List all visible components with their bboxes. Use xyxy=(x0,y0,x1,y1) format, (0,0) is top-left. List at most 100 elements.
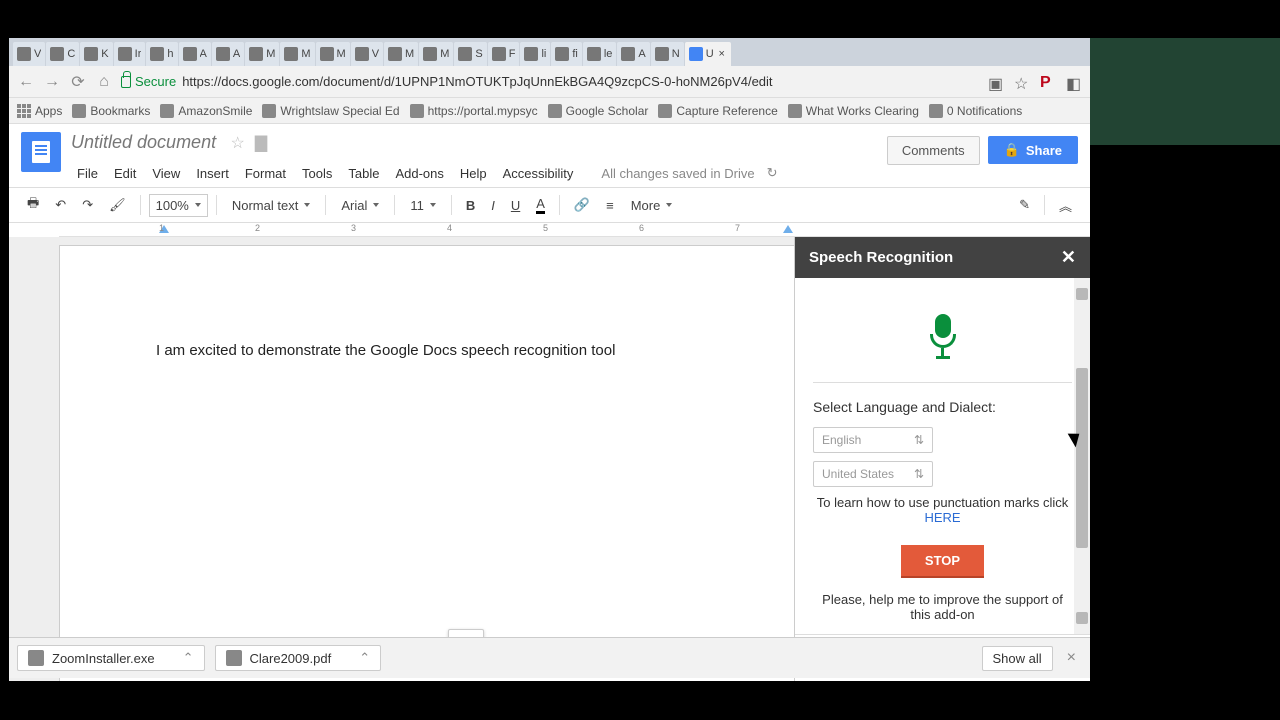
menu-help[interactable]: Help xyxy=(454,163,493,184)
share-label: Share xyxy=(1026,143,1062,158)
menu-bar: FileEditViewInsertFormatToolsTableAdd-on… xyxy=(71,159,887,187)
browser-tab[interactable]: M xyxy=(419,42,453,66)
menu-view[interactable]: View xyxy=(146,163,186,184)
forward-button[interactable]: → xyxy=(43,73,61,91)
share-button[interactable]: 🔒 Share xyxy=(988,136,1078,164)
browser-tab-active[interactable]: U× xyxy=(685,42,731,66)
bookmark-item[interactable]: Capture Reference xyxy=(658,104,777,118)
ruler-tick: 1 xyxy=(159,223,164,233)
browser-tab[interactable]: V xyxy=(351,42,383,66)
comments-button[interactable]: Comments xyxy=(887,136,980,165)
folder-icon[interactable]: ▇ xyxy=(255,133,267,153)
page[interactable]: I am excited to demonstrate the Google D… xyxy=(59,245,794,681)
star-icon[interactable]: ☆ xyxy=(1014,74,1030,90)
style-dropdown[interactable]: Normal text xyxy=(225,194,317,217)
bookmark-item[interactable]: AmazonSmile xyxy=(160,104,252,118)
star-doc-icon[interactable]: ☆ xyxy=(231,133,245,153)
paint-format-button[interactable]: 🖌 xyxy=(103,193,132,217)
browser-tab[interactable]: K xyxy=(80,42,112,66)
download-item[interactable]: ZoomInstaller.exe⌃ xyxy=(17,645,205,671)
menu-edit[interactable]: Edit xyxy=(108,163,142,184)
document-title[interactable]: Untitled document xyxy=(71,132,216,153)
home-button[interactable]: ⌂ xyxy=(95,73,113,91)
bookmark-item[interactable]: https://portal.mypsyc xyxy=(410,104,538,118)
docs-logo[interactable] xyxy=(21,132,61,172)
browser-tab[interactable]: A xyxy=(212,42,244,66)
italic-button[interactable]: I xyxy=(485,194,501,217)
history-icon[interactable]: ↻ xyxy=(761,162,784,184)
browser-tab[interactable]: le xyxy=(583,42,617,66)
menu-accessibility[interactable]: Accessibility xyxy=(497,163,580,184)
collapse-toolbar-button[interactable]: ︽ xyxy=(1053,192,1078,219)
chevron-up-icon[interactable]: ⌃ xyxy=(359,650,370,666)
chevron-up-icon[interactable]: ⌃ xyxy=(183,650,194,666)
fontsize-dropdown[interactable]: 11 xyxy=(403,194,443,217)
zoom-dropdown[interactable]: 100% xyxy=(149,194,208,217)
bookmark-item[interactable]: Google Scholar xyxy=(548,104,649,118)
url-text: https://docs.google.com/document/d/1UPNP… xyxy=(182,74,772,89)
browser-tab[interactable]: M xyxy=(245,42,279,66)
browser-tab[interactable]: li xyxy=(520,42,550,66)
show-all-downloads[interactable]: Show all xyxy=(982,646,1053,671)
close-panel-button[interactable]: ✕ xyxy=(1061,247,1076,268)
browser-tab[interactable]: A xyxy=(617,42,649,66)
ruler[interactable]: 1234567 xyxy=(59,223,1090,237)
browser-tab[interactable]: A xyxy=(179,42,211,66)
more-dropdown[interactable]: More xyxy=(624,194,680,217)
apps-button[interactable]: Apps xyxy=(17,104,62,118)
menu-tools[interactable]: Tools xyxy=(296,163,338,184)
browser-tab[interactable]: fi xyxy=(551,42,582,66)
lock-share-icon: 🔒 xyxy=(1004,142,1020,158)
address-bar: ← → ⟳ ⌂ Secure https://docs.google.com/d… xyxy=(9,66,1090,98)
bookmark-item[interactable]: What Works Clearing xyxy=(788,104,919,118)
browser-tab[interactable]: M xyxy=(384,42,418,66)
indent-marker-right[interactable] xyxy=(783,225,793,233)
panel-scrollbar[interactable] xyxy=(1074,278,1090,634)
close-tab-icon[interactable]: × xyxy=(717,48,727,60)
pinterest-icon[interactable]: P xyxy=(1040,74,1056,90)
browser-tab[interactable]: S xyxy=(454,42,486,66)
file-icon xyxy=(28,650,44,666)
align-button[interactable]: ≡ xyxy=(600,194,620,217)
menu-insert[interactable]: Insert xyxy=(190,163,235,184)
close-downloads-bar[interactable]: × xyxy=(1061,649,1082,667)
redo-button[interactable]: ↷ xyxy=(76,193,99,217)
menu-format[interactable]: Format xyxy=(239,163,292,184)
extension-icon[interactable]: ◧ xyxy=(1066,74,1082,90)
browser-tab[interactable]: F xyxy=(488,42,520,66)
bookmark-item[interactable]: Bookmarks xyxy=(72,104,150,118)
microphone-button[interactable] xyxy=(923,314,963,358)
editing-mode-button[interactable]: ✎ xyxy=(1013,193,1036,217)
bookmark-item[interactable]: 0 Notifications xyxy=(929,104,1022,118)
browser-tab[interactable]: C xyxy=(46,42,79,66)
browser-tab[interactable]: M xyxy=(316,42,350,66)
browser-tab[interactable]: N xyxy=(651,42,684,66)
url-field[interactable]: Secure https://docs.google.com/document/… xyxy=(121,74,980,89)
help-text: To learn how to use punctuation marks cl… xyxy=(813,495,1072,525)
formatting-toolbar: 🖶 ↶ ↷ 🖌 100% Normal text Arial 11 B I U … xyxy=(9,187,1090,223)
text-color-button[interactable]: A xyxy=(530,192,551,218)
download-item[interactable]: Clare2009.pdf⌃ xyxy=(215,645,382,671)
undo-button[interactable]: ↶ xyxy=(49,193,72,217)
camera-icon[interactable]: ▣ xyxy=(988,74,1004,90)
bookmark-item[interactable]: Wrightslaw Special Ed xyxy=(262,104,399,118)
font-dropdown[interactable]: Arial xyxy=(334,194,386,217)
language-select[interactable]: English ⇅ xyxy=(813,427,933,453)
browser-tab[interactable]: V xyxy=(13,42,45,66)
reload-button[interactable]: ⟳ xyxy=(69,73,87,91)
back-button[interactable]: ← xyxy=(17,73,35,91)
dialect-select[interactable]: United States ⇅ xyxy=(813,461,933,487)
link-button[interactable]: 🔗 xyxy=(568,193,596,217)
menu-table[interactable]: Table xyxy=(342,163,385,184)
underline-button[interactable]: U xyxy=(505,194,526,217)
browser-tab[interactable]: h xyxy=(146,42,177,66)
stop-button[interactable]: STOP xyxy=(901,545,984,576)
menu-add-ons[interactable]: Add-ons xyxy=(389,163,449,184)
bold-button[interactable]: B xyxy=(460,194,481,217)
browser-tab[interactable]: Ir xyxy=(114,42,146,66)
browser-tab[interactable]: M xyxy=(280,42,314,66)
document-canvas[interactable]: I am excited to demonstrate the Google D… xyxy=(9,237,794,681)
help-link[interactable]: HERE xyxy=(924,510,960,525)
print-button[interactable]: 🖶 xyxy=(21,190,45,220)
menu-file[interactable]: File xyxy=(71,163,104,184)
